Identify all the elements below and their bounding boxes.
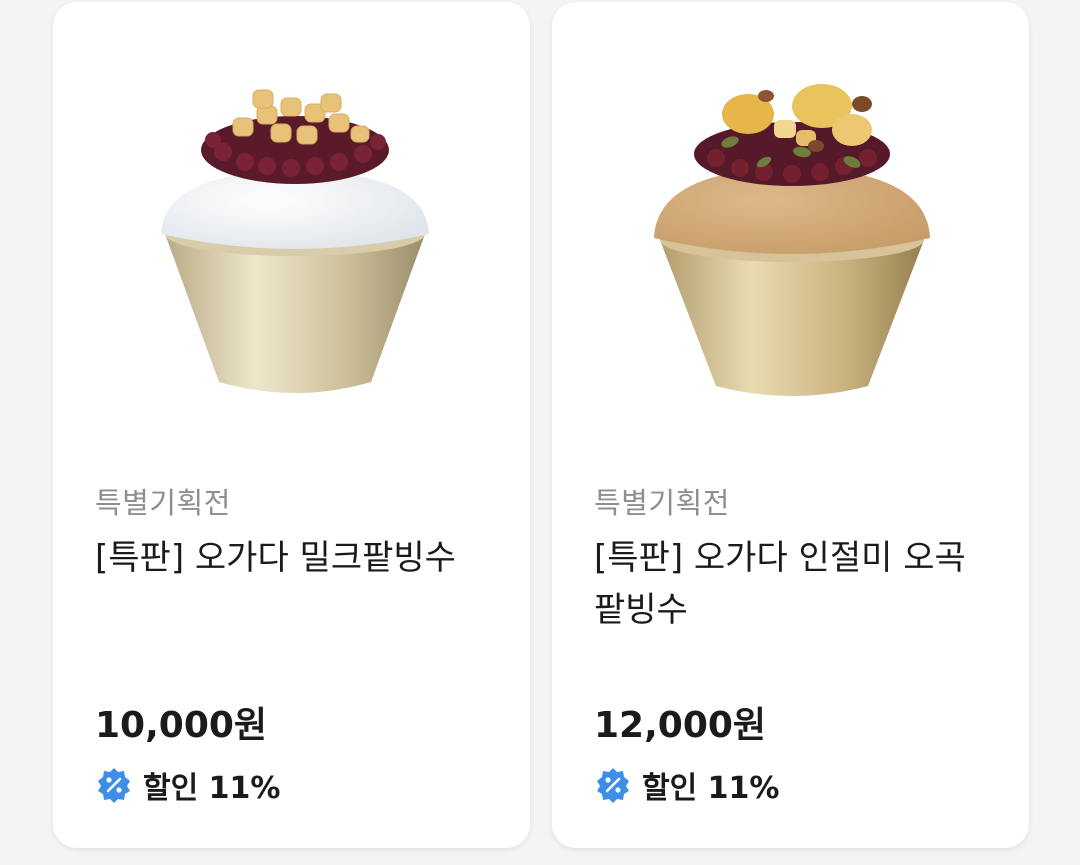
- product-card[interactable]: 특별기획전 [특판] 오가다 밀크팥빙수 10,000원 할인 11%: [53, 2, 530, 848]
- product-price: 12,000원: [594, 705, 767, 746]
- product-image[interactable]: [552, 2, 1029, 442]
- percent-badge-icon: [597, 768, 629, 803]
- product-card[interactable]: 특별기획전 [특판] 오가다 인절미 오곡 팥빙수 12,000원 할인 11%: [552, 2, 1029, 848]
- product-title[interactable]: [특판] 오가다 밀크팥빙수: [95, 532, 495, 584]
- percent-badge-icon: [98, 768, 130, 803]
- discount-row: 할인 11%: [594, 765, 780, 806]
- discount-row: 할인 11%: [95, 765, 281, 806]
- product-grid: 특별기획전 [특판] 오가다 밀크팥빙수 10,000원 할인 11% 특별기획…: [0, 0, 1080, 865]
- product-title[interactable]: [특판] 오가다 인절미 오곡 팥빙수: [594, 532, 994, 636]
- product-price: 10,000원: [95, 705, 268, 746]
- product-category: 특별기획전: [95, 486, 231, 520]
- discount-text: 할인 11%: [143, 771, 281, 806]
- discount-text: 할인 11%: [642, 771, 780, 806]
- product-category: 특별기획전: [594, 486, 730, 520]
- product-image[interactable]: [53, 2, 530, 442]
